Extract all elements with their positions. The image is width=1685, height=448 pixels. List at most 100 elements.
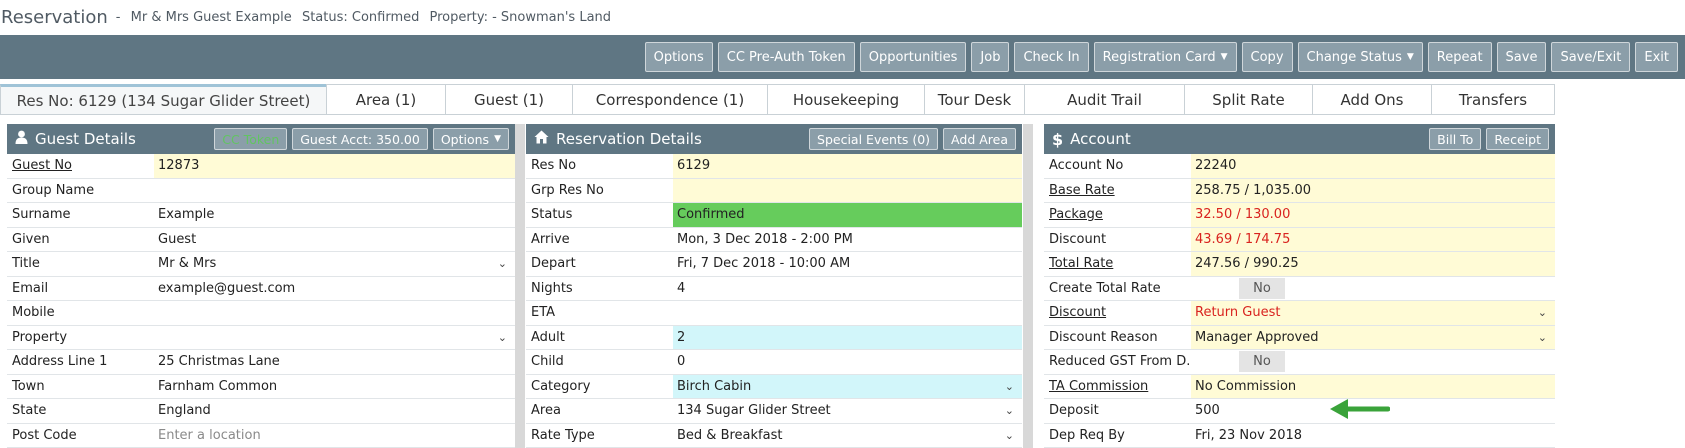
chevron-down-icon: ⌄	[1004, 404, 1014, 417]
acct-label-discount[interactable]: Discount	[1044, 301, 1191, 325]
guest-value-guest-no: 12873	[158, 158, 200, 174]
acct-field-discount-reason[interactable]: Manager Approved ⌄	[1191, 325, 1555, 349]
tab-housekeeping[interactable]: Housekeeping	[767, 84, 925, 115]
guest-row-mobile: Mobile	[7, 301, 515, 326]
acct-label-package[interactable]: Package	[1044, 203, 1191, 227]
cc-pre-auth-token-button-label: CC Pre-Auth Token	[726, 49, 846, 65]
reservation-panel-scrollbar[interactable]	[1023, 124, 1033, 448]
special-events-button[interactable]: Special Events (0)	[809, 128, 939, 150]
guest-field-surname[interactable]: Example	[154, 203, 515, 227]
res-field-category[interactable]: Birch Cabin ⌄	[673, 374, 1022, 398]
acct-field-discount[interactable]: 43.69 / 174.75	[1191, 227, 1555, 251]
tab-transfers[interactable]: Transfers	[1431, 84, 1555, 115]
guest-field-mobile[interactable]	[154, 301, 515, 325]
res-field-arrive[interactable]: Mon, 3 Dec 2018 - 2:00 PM	[673, 228, 1022, 252]
guest-row-title: Title Mr & Mrs ⌄	[7, 252, 515, 277]
acct-field-ta-commission[interactable]: No Commission	[1191, 374, 1555, 398]
tab-tour-desk[interactable]: Tour Desk	[924, 84, 1025, 115]
acct-label-total-rate[interactable]: Total Rate	[1044, 252, 1191, 276]
acct-label-base-rate[interactable]: Base Rate	[1044, 179, 1191, 203]
res-field-rate-type[interactable]: Bed & Breakfast ⌄	[673, 424, 1022, 448]
acct-value-dep-req-by: Fri, 23 Nov 2018	[1195, 427, 1303, 443]
guest-field-given[interactable]: Guest	[154, 228, 515, 252]
res-row-rate-type: Rate Type Bed & Breakfast ⌄	[526, 424, 1022, 448]
res-field-res-no[interactable]: 6129	[673, 154, 1022, 178]
acct-row-deposit: Deposit 500	[1044, 399, 1555, 424]
change-status-button-label: Change Status	[1306, 49, 1402, 65]
save-button[interactable]: Save	[1496, 42, 1547, 72]
guest-label-address-line-1: Address Line 1	[12, 354, 108, 370]
tab-audit-trail[interactable]: Audit Trail	[1024, 84, 1185, 115]
opportunities-button[interactable]: Opportunities	[859, 42, 967, 72]
tab-res-no[interactable]: Res No: 6129 (134 Sugar Glider Street)	[0, 84, 327, 115]
acct-field-discount[interactable]: Return Guest ⌄	[1191, 301, 1555, 325]
toolbar: Options CC Pre-Auth Token Opportunities Job…	[0, 35, 1685, 79]
acct-field-dep-req-by[interactable]: Fri, 23 Nov 2018	[1191, 424, 1555, 448]
repeat-button-label: Repeat	[1436, 49, 1483, 65]
tab-correspondence[interactable]: Correspondence (1)	[572, 84, 768, 115]
res-label-category: Category	[531, 378, 591, 394]
res-value-depart: Fri, 7 Dec 2018 - 10:00 AM	[677, 256, 851, 272]
job-button[interactable]: Job	[971, 42, 1010, 72]
res-label-nights: Nights	[531, 280, 573, 296]
guest-field-state[interactable]: England	[154, 399, 515, 423]
res-field-eta[interactable]	[673, 301, 1022, 325]
res-value-nights: 4	[677, 280, 686, 296]
tab-split-rate[interactable]: Split Rate	[1184, 84, 1313, 115]
guest-label-guest-no[interactable]: Guest No	[7, 154, 154, 178]
guest-options-button[interactable]: Options ▼	[432, 128, 509, 150]
guest-field-town[interactable]: Farnham Common	[154, 375, 515, 399]
res-field-nights[interactable]: 4	[673, 277, 1022, 301]
guest-field-post-code[interactable]: Enter a location	[154, 424, 515, 448]
res-field-depart[interactable]: Fri, 7 Dec 2018 - 10:00 AM	[673, 252, 1022, 276]
res-field-grp-res-no[interactable]	[673, 178, 1022, 202]
registration-card-button[interactable]: Registration Card ▼	[1093, 42, 1237, 72]
acct-field-reduced-gst-from-d[interactable]: No	[1191, 350, 1555, 374]
guest-account-button[interactable]: Guest Acct: 350.00	[292, 128, 428, 150]
copy-button-label: Copy	[1250, 49, 1284, 65]
cc-pre-auth-token-button[interactable]: CC Pre-Auth Token	[717, 42, 855, 72]
copy-button[interactable]: Copy	[1241, 42, 1293, 72]
acct-field-base-rate[interactable]: 258.75 / 1,035.00	[1191, 178, 1555, 202]
res-field-area[interactable]: 134 Sugar Glider Street ⌄	[673, 399, 1022, 423]
acct-value-discount: 43.69 / 174.75	[1195, 231, 1291, 247]
add-area-button[interactable]: Add Area	[943, 128, 1016, 150]
guest-field-property[interactable]: ⌄	[154, 326, 515, 350]
bill-to-button[interactable]: Bill To	[1429, 128, 1482, 150]
guest-field-email[interactable]: example@guest.com	[154, 277, 515, 301]
acct-field-package[interactable]: 32.50 / 130.00	[1191, 203, 1555, 227]
acct-toggle-reduced-gst-from-d[interactable]: No	[1191, 351, 1285, 373]
acct-toggle-create-total-rate[interactable]: No	[1191, 277, 1285, 299]
save-exit-button[interactable]: Save/Exit	[1551, 42, 1631, 72]
res-label-area: Area	[531, 403, 561, 419]
res-field-child[interactable]: 0	[673, 350, 1022, 374]
res-field-status[interactable]: Confirmed	[673, 203, 1022, 227]
acct-field-total-rate[interactable]: 247.56 / 990.25	[1191, 252, 1555, 276]
account-title: Account	[1070, 130, 1131, 148]
guest-field-title[interactable]: Mr & Mrs ⌄	[154, 252, 515, 276]
repeat-button[interactable]: Repeat	[1427, 42, 1492, 72]
exit-button[interactable]: Exit	[1635, 42, 1678, 72]
guest-field-guest-no[interactable]: 12873	[154, 154, 515, 178]
cc-token-button[interactable]: CC Token	[214, 128, 288, 150]
acct-row-base-rate: Base Rate 258.75 / 1,035.00	[1044, 178, 1555, 203]
acct-value-discount: Return Guest	[1195, 305, 1281, 321]
check-in-button[interactable]: Check In	[1014, 42, 1089, 72]
guest-field-group-name[interactable]	[154, 179, 515, 203]
tab-area[interactable]: Area (1)	[326, 84, 446, 115]
receipt-button[interactable]: Receipt	[1486, 128, 1549, 150]
acct-field-create-total-rate[interactable]: No	[1191, 277, 1555, 301]
tab-add-ons[interactable]: Add Ons	[1312, 84, 1432, 115]
res-row-category: Category Birch Cabin ⌄	[526, 374, 1022, 399]
tab-guest[interactable]: Guest (1)	[445, 84, 573, 115]
change-status-button[interactable]: Change Status ▼	[1297, 42, 1423, 72]
acct-value-package: 32.50 / 130.00	[1195, 207, 1291, 223]
guest-panel-scrollbar[interactable]	[515, 124, 525, 448]
guest-label-post-code: Post Code	[12, 427, 77, 443]
options-button[interactable]: Options	[644, 42, 713, 72]
acct-label-ta-commission[interactable]: TA Commission	[1044, 375, 1191, 399]
guest-field-address-line-1[interactable]: 25 Christmas Lane	[154, 350, 515, 374]
acct-field-account-no[interactable]: 22240	[1191, 154, 1555, 178]
guest-label-title: Title	[12, 256, 40, 272]
res-field-adult[interactable]: 2	[673, 325, 1022, 349]
